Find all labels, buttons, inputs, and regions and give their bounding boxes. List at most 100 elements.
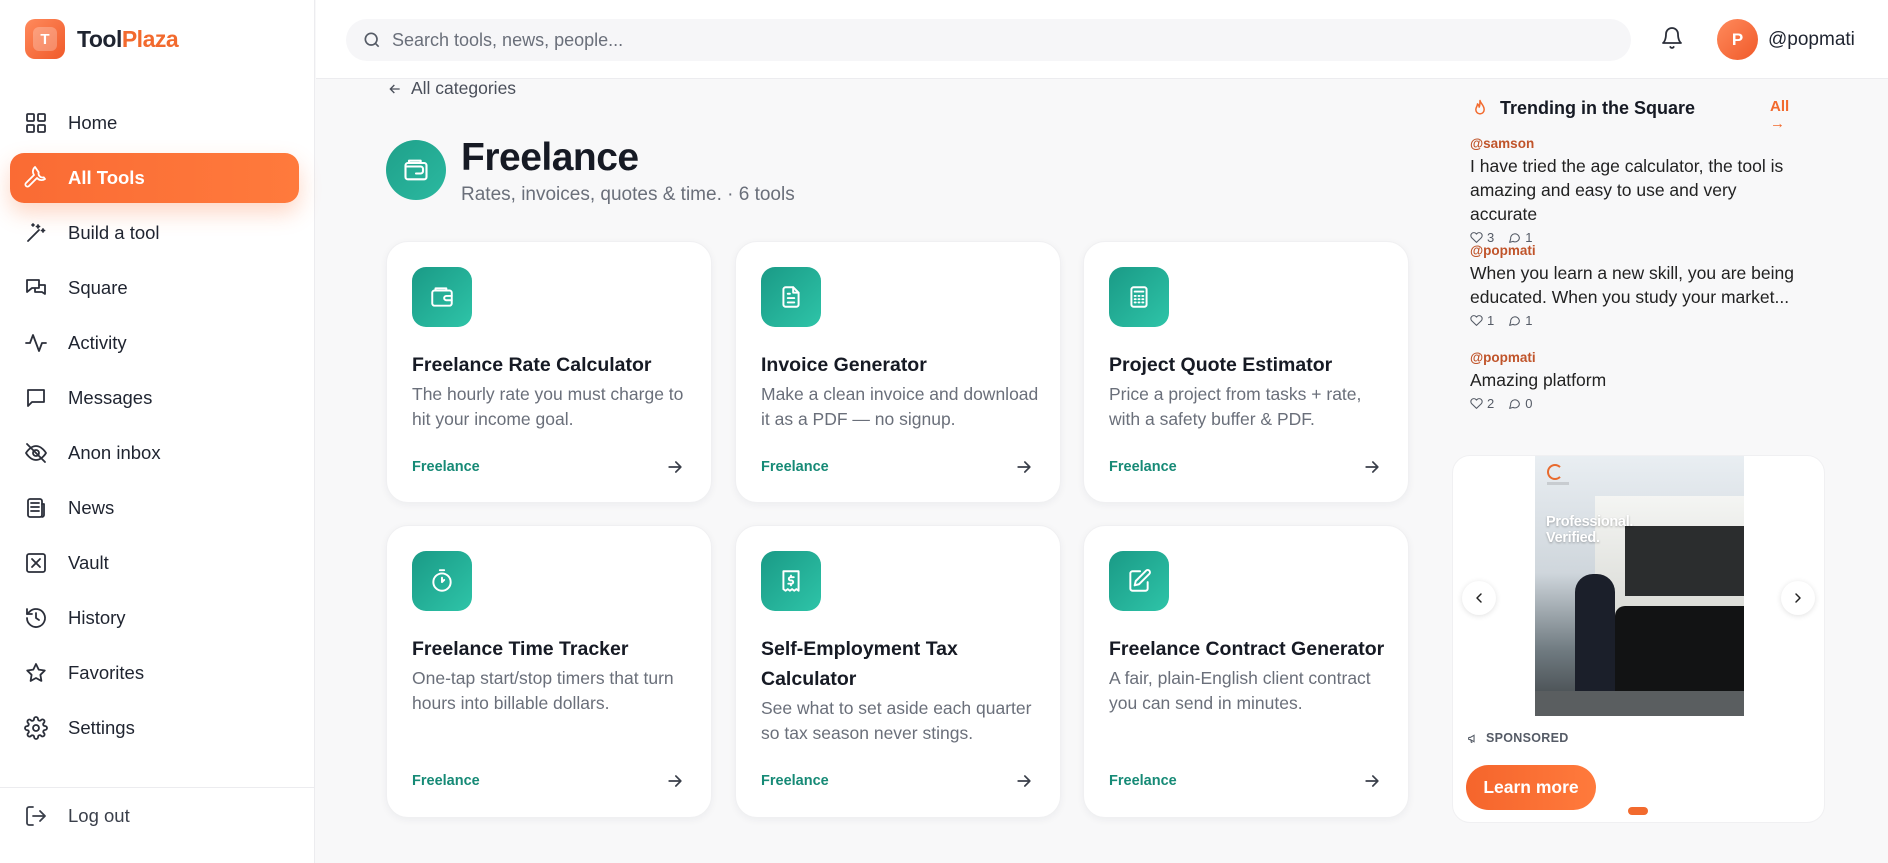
- brand-logo[interactable]: T ToolPlaza: [25, 19, 179, 59]
- tool-card-freelance-rate-calculator[interactable]: Freelance Rate Calculator The hourly rat…: [386, 241, 712, 503]
- ad-prev-button[interactable]: [1462, 581, 1496, 615]
- newspaper-icon: [27, 498, 45, 518]
- message-icon: [27, 389, 45, 407]
- sidebar-item-vault[interactable]: Vault: [10, 538, 299, 588]
- document-icon: [761, 267, 821, 327]
- like-button[interactable]: 1: [1470, 313, 1494, 328]
- tool-card-freelance-time-tracker[interactable]: Freelance Time Tracker One-tap start/sto…: [386, 525, 712, 818]
- tool-title: Freelance Rate Calculator: [412, 354, 652, 376]
- ad-image-car: [1615, 606, 1744, 701]
- brand-name-part2: Plaza: [121, 25, 179, 52]
- vault-x-icon: [26, 553, 46, 573]
- tool-card-invoice-generator[interactable]: Invoice Generator Make a clean invoice a…: [735, 241, 1061, 503]
- tool-description: Make a clean invoice and download it as …: [761, 384, 1039, 429]
- search-input[interactable]: [392, 29, 1592, 51]
- sidebar-item-label: News: [68, 497, 115, 518]
- search-bar[interactable]: [346, 19, 1631, 61]
- ad-caption-line2: Verified.: [1546, 530, 1600, 546]
- history-icon: [26, 608, 46, 628]
- back-to-categories-link[interactable]: All categories: [387, 78, 516, 99]
- sidebar-item-news[interactable]: News: [10, 483, 299, 533]
- post-body: Amazing platform: [1470, 370, 1607, 390]
- magic-wand-icon: [27, 223, 46, 242]
- comment-count: 1: [1525, 313, 1533, 328]
- sidebar-item-all-tools[interactable]: All Tools: [10, 153, 299, 203]
- sidebar: T ToolPlaza Home All Tools Build a tool …: [0, 0, 315, 863]
- comment-icon: [1509, 399, 1521, 409]
- sidebar-item-messages[interactable]: Messages: [10, 373, 299, 423]
- ad-image[interactable]: Professional. Verified.: [1535, 456, 1744, 716]
- comment-button[interactable]: 0: [1508, 396, 1532, 411]
- tool-card-self-employment-tax-calculator[interactable]: Self-Employment Tax Calculator See what …: [735, 525, 1061, 818]
- sidebar-item-label: Favorites: [68, 662, 145, 683]
- sidebar-item-activity[interactable]: Activity: [10, 318, 299, 368]
- tool-title: Invoice Generator: [761, 354, 927, 376]
- brand-badge: T: [25, 19, 65, 59]
- sidebar-item-favorites[interactable]: Favorites: [10, 648, 299, 698]
- tool-category-tag: Freelance: [761, 773, 829, 789]
- brand-letter: T: [33, 27, 57, 51]
- brand-name-part1: Tool: [77, 25, 122, 52]
- avatar: P: [1717, 19, 1758, 60]
- flame-icon: [1475, 99, 1485, 115]
- megaphone-icon: [1468, 733, 1475, 743]
- logout-button[interactable]: Log out: [24, 804, 130, 828]
- page-subtitle: Rates, invoices, quotes & time. · 6 tool…: [461, 184, 795, 205]
- calculator-icon: [1109, 267, 1169, 327]
- sidebar-item-square[interactable]: Square: [10, 263, 299, 313]
- comment-icon: [1509, 316, 1521, 326]
- trending-post[interactable]: @popmati When you learn a new skill, you…: [1470, 243, 1805, 328]
- post-author[interactable]: @popmati: [1470, 350, 1805, 365]
- arrow-right-icon: [1014, 771, 1034, 791]
- arrow-right-icon: [665, 771, 685, 791]
- sidebar-item-build-a-tool[interactable]: Build a tool: [10, 208, 299, 258]
- sidebar-item-home[interactable]: Home: [10, 98, 299, 148]
- sidebar-item-label: History: [68, 607, 126, 628]
- carousel-indicator[interactable]: [1628, 807, 1648, 815]
- tool-description: The hourly rate you must charge to hit y…: [412, 384, 684, 429]
- trending-post[interactable]: @samson I have tried the age calculator,…: [1470, 136, 1805, 245]
- sponsored-ad-card: Professional. Verified. SPONSORED Learn m…: [1452, 455, 1825, 823]
- tool-card-freelance-contract-generator[interactable]: Freelance Contract Generator A fair, pla…: [1083, 525, 1409, 818]
- post-author[interactable]: @popmati: [1470, 243, 1805, 258]
- activity-pulse-icon: [25, 334, 47, 352]
- tool-title: Project Quote Estimator: [1109, 354, 1333, 376]
- brand-name: ToolPlaza: [77, 25, 179, 53]
- sidebar-nav: Home All Tools Build a tool Square Activ…: [10, 98, 299, 758]
- sidebar-item-anon-inbox[interactable]: Anon inbox: [10, 428, 299, 478]
- sidebar-item-label: Messages: [68, 387, 153, 408]
- bell-icon: [1662, 27, 1682, 49]
- tool-category-tag: Freelance: [412, 459, 480, 475]
- ad-brand-logo-wordmark: [1547, 482, 1569, 485]
- sidebar-item-label: Home: [68, 112, 118, 133]
- ad-next-button[interactable]: [1781, 581, 1815, 615]
- post-author[interactable]: @samson: [1470, 136, 1805, 151]
- notifications-button[interactable]: [1660, 26, 1686, 52]
- search-icon: [364, 32, 380, 48]
- sidebar-item-settings[interactable]: Settings: [10, 703, 299, 753]
- tool-card-project-quote-estimator[interactable]: Project Quote Estimator Price a project …: [1083, 241, 1409, 503]
- contract-edit-icon: [1109, 551, 1169, 611]
- category-wallet-icon: [386, 140, 446, 200]
- trending-header: Trending in the Square: [1470, 96, 1805, 120]
- trending-all-link[interactable]: All →: [1770, 98, 1805, 132]
- receipt-dollar-icon: [761, 551, 821, 611]
- sidebar-item-history[interactable]: History: [10, 593, 299, 643]
- back-label: All categories: [411, 78, 517, 98]
- trending-all-label: All: [1770, 98, 1790, 115]
- like-count: 2: [1487, 396, 1495, 411]
- wrench-icon: [24, 166, 46, 188]
- star-icon: [26, 663, 46, 682]
- ad-image-ground: [1535, 691, 1744, 716]
- arrow-right-icon: [1362, 457, 1382, 477]
- eye-off-icon: [25, 443, 47, 463]
- sponsored-label: SPONSORED: [1467, 731, 1569, 745]
- sidebar-footer: Log out: [0, 787, 315, 826]
- learn-more-button[interactable]: Learn more: [1466, 765, 1596, 810]
- like-button[interactable]: 2: [1470, 396, 1494, 411]
- arrow-right-icon: [1014, 457, 1034, 477]
- user-menu[interactable]: P @popmati: [1717, 19, 1855, 60]
- comment-button[interactable]: 1: [1508, 313, 1532, 328]
- ad-brand-logo-icon: [1547, 464, 1563, 480]
- trending-post[interactable]: @popmati Amazing platform 2 0: [1470, 350, 1805, 411]
